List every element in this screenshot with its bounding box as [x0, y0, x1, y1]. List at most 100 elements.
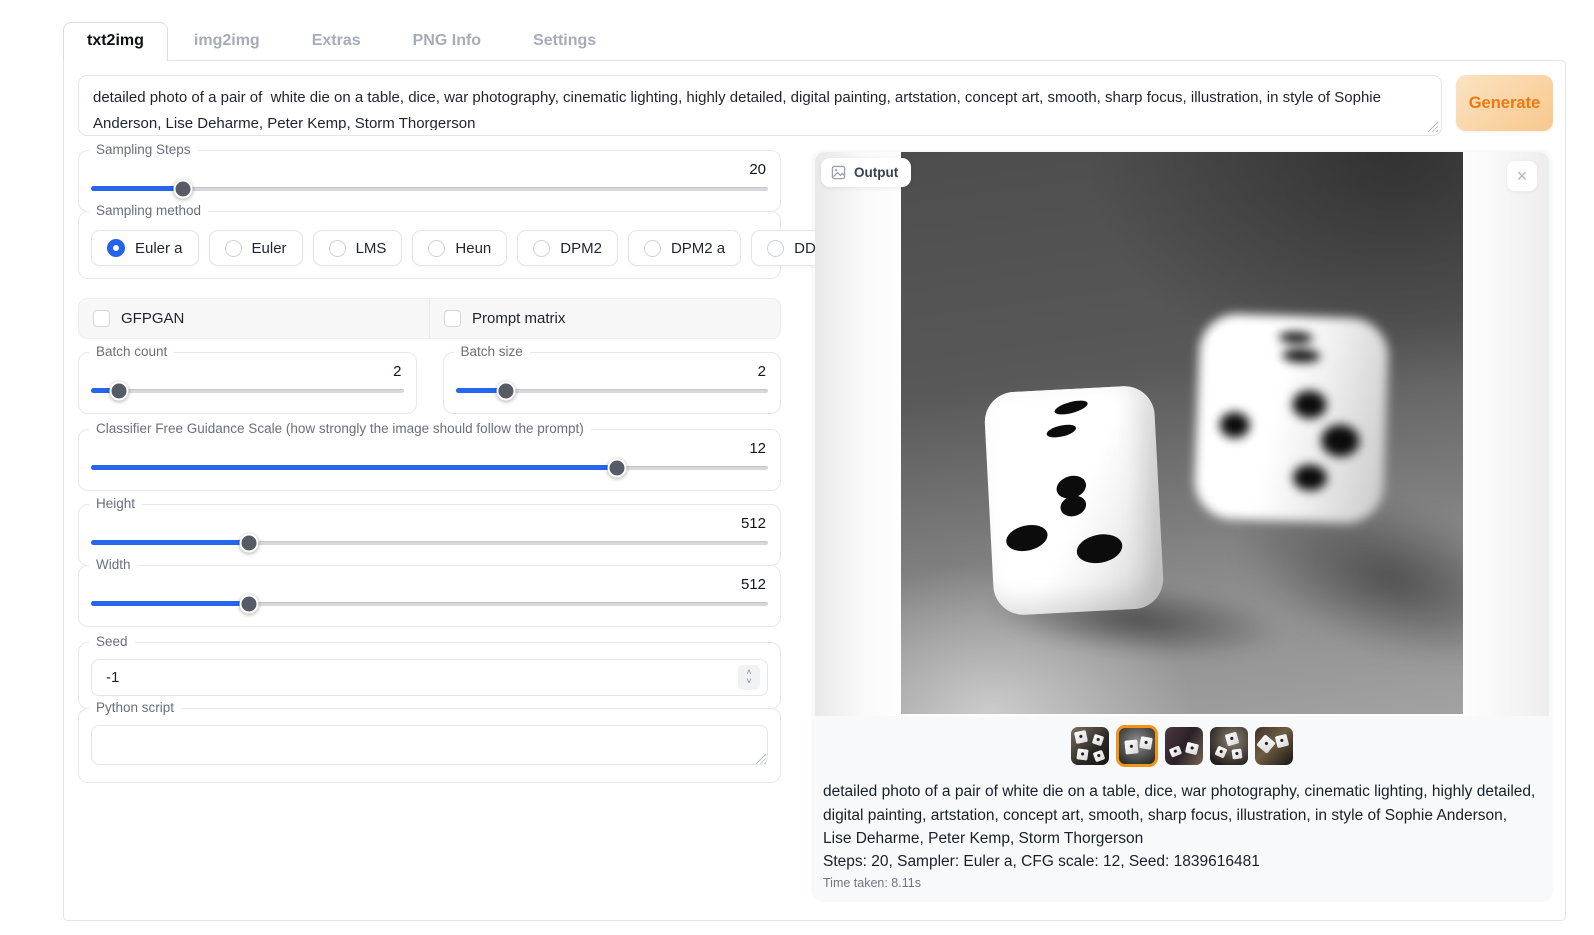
radio-label: Euler a	[135, 240, 183, 257]
radio-icon	[767, 240, 784, 257]
gallery-thumbnail-3[interactable]	[1165, 727, 1203, 765]
sampling-steps-value: 20	[91, 161, 768, 178]
batch-count-value: 2	[91, 363, 404, 380]
prompt-input[interactable]: detailed photo of a pair of white die on…	[79, 76, 1441, 130]
radio-icon	[644, 240, 661, 257]
slider-fill	[91, 601, 249, 606]
gallery-thumbnail-2-selected[interactable]	[1116, 725, 1158, 767]
radio-lms[interactable]: LMS	[313, 230, 403, 266]
gallery-thumbnails	[815, 725, 1549, 767]
output-gallery: Output ×	[815, 152, 1549, 716]
seed-input[interactable]	[106, 669, 738, 686]
prompt-matrix-label: Prompt matrix	[472, 310, 565, 327]
generated-image[interactable]	[901, 152, 1463, 714]
radio-euler-a[interactable]: Euler a	[91, 230, 199, 266]
slider-fill	[91, 540, 249, 545]
app-window: txt2img img2img Extras PNG Info Settings…	[63, 22, 1566, 921]
radio-icon	[225, 240, 242, 257]
cfg-scale-slider[interactable]	[91, 458, 768, 478]
radio-icon	[428, 240, 445, 257]
checkbox-icon	[444, 310, 461, 327]
gallery-thumbnail-1[interactable]	[1071, 727, 1109, 765]
sampling-method-label: Sampling method	[89, 203, 208, 218]
caption-params: Steps: 20, Sampler: Euler a, CFG scale: …	[823, 853, 1539, 871]
prompt-textarea-wrap: detailed photo of a pair of white die on…	[78, 75, 1442, 136]
tab-img2img[interactable]: img2img	[168, 23, 286, 60]
output-header: Output	[821, 158, 911, 187]
radio-icon	[329, 240, 346, 257]
radio-label: DPM2	[560, 240, 602, 257]
gallery-thumbnail-5[interactable]	[1255, 727, 1293, 765]
radio-label: Heun	[455, 240, 491, 257]
batch-size-group: Batch size 2	[443, 352, 782, 414]
generate-button[interactable]: Generate	[1456, 75, 1553, 131]
radio-icon	[533, 240, 550, 257]
checkbox-icon	[93, 310, 110, 327]
sampling-steps-slider[interactable]	[91, 179, 768, 199]
batch-size-slider[interactable]	[456, 381, 769, 401]
python-script-group: Python script	[78, 708, 781, 783]
slider-fill	[91, 186, 183, 191]
radio-dpm2-a[interactable]: DPM2 a	[628, 230, 741, 266]
gfpgan-label: GFPGAN	[121, 310, 184, 327]
width-label: Width	[89, 557, 138, 572]
image-icon	[831, 165, 846, 180]
slider-knob[interactable]	[174, 179, 193, 198]
height-slider[interactable]	[91, 533, 768, 553]
gfpgan-checkbox[interactable]: GFPGAN	[79, 299, 429, 338]
output-title: Output	[854, 165, 898, 180]
close-icon[interactable]: ×	[1507, 161, 1537, 191]
slider-knob[interactable]	[239, 594, 258, 613]
prompt-matrix-checkbox[interactable]: Prompt matrix	[429, 299, 780, 338]
slider-fill	[91, 465, 617, 470]
prompt-row: detailed photo of a pair of white die on…	[78, 75, 1553, 136]
batch-size-value: 2	[456, 363, 769, 380]
txt2img-panel: detailed photo of a pair of white die on…	[63, 60, 1566, 921]
tab-txt2img[interactable]: txt2img	[63, 22, 168, 61]
die-left	[983, 385, 1164, 617]
options-row: GFPGAN Prompt matrix	[78, 298, 781, 339]
radio-euler[interactable]: Euler	[209, 230, 303, 266]
width-slider[interactable]	[91, 594, 768, 614]
batch-count-group: Batch count 2	[78, 352, 417, 414]
radio-selected-icon	[107, 239, 125, 257]
slider-knob[interactable]	[496, 381, 515, 400]
radio-dpm2[interactable]: DPM2	[517, 230, 618, 266]
python-script-wrap	[91, 725, 768, 770]
sampling-steps-label: Sampling Steps	[89, 142, 198, 157]
cfg-scale-value: 12	[91, 440, 768, 457]
height-label: Height	[89, 496, 142, 511]
batch-count-label: Batch count	[89, 344, 174, 359]
seed-label: Seed	[89, 634, 135, 649]
batch-count-slider[interactable]	[91, 381, 404, 401]
slider-knob[interactable]	[608, 458, 627, 477]
slider-track[interactable]	[91, 389, 404, 393]
spinner-down-icon[interactable]: ˅	[746, 677, 751, 686]
tab-extras[interactable]: Extras	[286, 23, 387, 60]
cfg-scale-label: Classifier Free Guidance Scale (how stro…	[89, 421, 591, 436]
caption-prompt: detailed photo of a pair of white die on…	[823, 780, 1539, 851]
slider-knob[interactable]	[110, 381, 129, 400]
caption-time-taken: Time taken: 8.11s	[823, 876, 1539, 890]
seed-group: Seed ˄ ˅	[78, 642, 781, 709]
height-group: Height 512	[78, 504, 781, 566]
height-value: 512	[91, 515, 768, 532]
tab-bar: txt2img img2img Extras PNG Info Settings	[63, 22, 1566, 60]
sampling-method-group: Sampling method Euler a Euler	[78, 211, 781, 279]
gallery-thumbnail-4[interactable]	[1210, 727, 1248, 765]
settings-column: Sampling Steps 20 Sampling method	[78, 150, 781, 902]
slider-knob[interactable]	[239, 533, 258, 552]
tab-png-info[interactable]: PNG Info	[387, 23, 507, 60]
radio-label: Euler	[252, 240, 287, 257]
width-group: Width 512	[78, 565, 781, 627]
tab-settings[interactable]: Settings	[507, 23, 622, 60]
radio-label: DPM2 a	[671, 240, 725, 257]
generation-info: detailed photo of a pair of white die on…	[815, 767, 1549, 890]
python-script-label: Python script	[89, 700, 181, 715]
cfg-scale-group: Classifier Free Guidance Scale (how stro…	[78, 429, 781, 491]
number-spinner[interactable]: ˄ ˅	[738, 665, 760, 690]
radio-heun[interactable]: Heun	[412, 230, 507, 266]
python-script-input[interactable]	[91, 725, 768, 765]
die-right	[1193, 313, 1389, 524]
radio-label: LMS	[356, 240, 387, 257]
